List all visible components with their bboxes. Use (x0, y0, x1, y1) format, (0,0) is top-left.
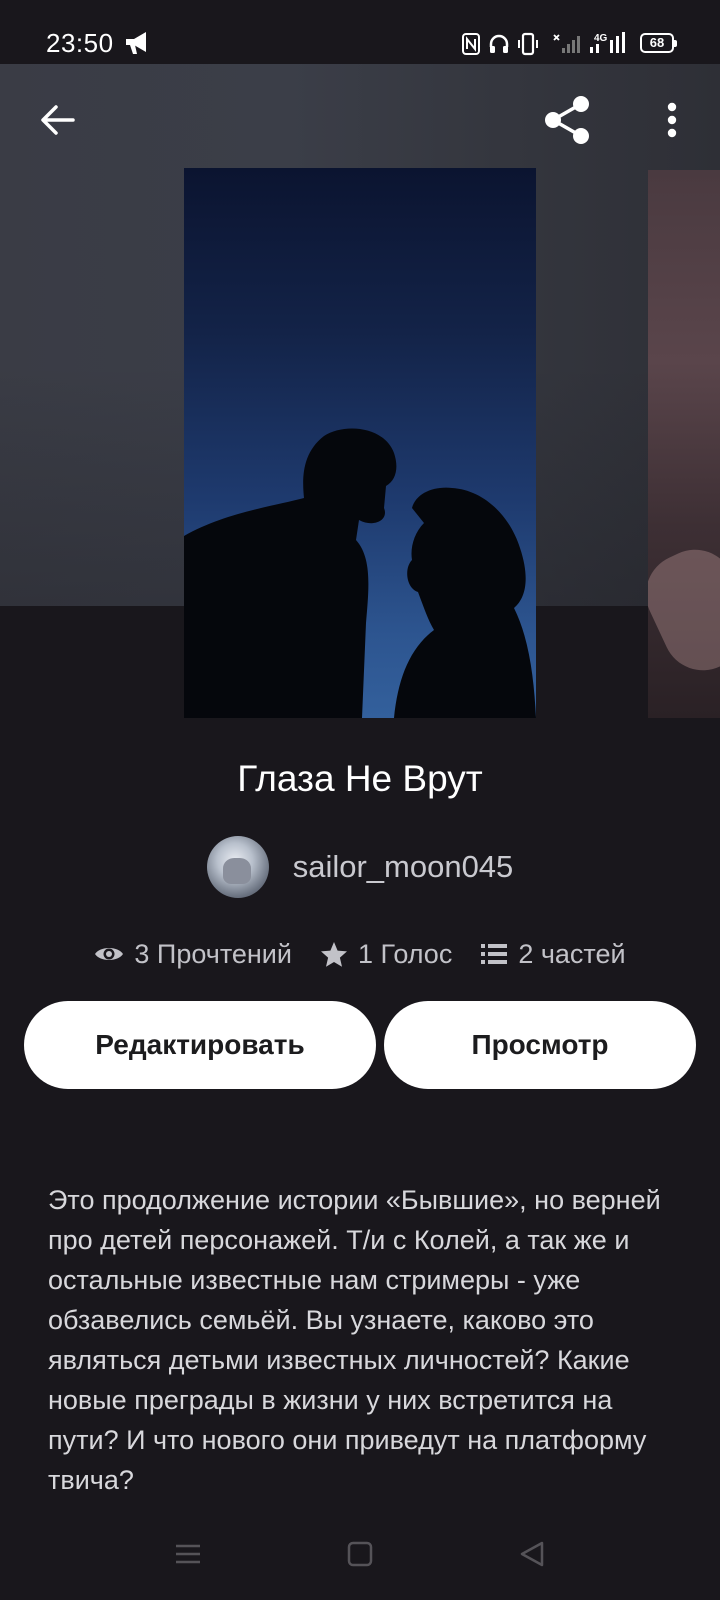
signal-4g-icon: 4G (588, 31, 628, 60)
author-avatar[interactable] (206, 836, 269, 898)
headphones-icon (488, 33, 510, 60)
story-description: Это продолжение истории «Бывшие», но вер… (48, 1185, 661, 1495)
back-triangle-icon[interactable] (518, 1540, 546, 1573)
share-icon (543, 95, 593, 150)
story-cover-image[interactable] (184, 168, 536, 718)
network-label: 4G (594, 33, 608, 44)
menu-icon[interactable] (174, 1540, 202, 1573)
list-icon (480, 942, 508, 966)
megaphone-icon (124, 30, 152, 61)
vibrate-icon (516, 32, 540, 61)
system-nav-bar (0, 1520, 720, 1600)
home-square-icon[interactable] (347, 1540, 373, 1573)
more-options-button[interactable] (652, 96, 692, 148)
arrow-left-icon (40, 104, 76, 141)
reads-count: 3 Прочтений (134, 938, 292, 969)
nfc-icon (462, 33, 480, 60)
battery-indicator: 68 (640, 33, 677, 53)
votes-stat: 1 Голос (320, 939, 452, 970)
status-time: 23:50 (46, 28, 114, 58)
share-button[interactable] (538, 92, 598, 152)
author-name[interactable]: sailor_moon045 (293, 849, 514, 885)
eye-icon (94, 943, 124, 965)
parts-count: 2 частей (518, 938, 626, 969)
back-button[interactable] (32, 96, 84, 148)
more-vertical-icon (667, 102, 677, 143)
votes-count: 1 Голос (357, 938, 453, 969)
edit-button[interactable]: Редактировать (24, 1001, 376, 1089)
reads-stat: 3 Прочтений (94, 939, 292, 970)
status-bar: 23:50 4G 68 (0, 0, 720, 64)
view-button[interactable]: Просмотр (384, 1001, 696, 1089)
next-cover-image[interactable] (648, 170, 720, 718)
signal-icon (552, 33, 580, 60)
story-title: Глаза Не Врут (237, 758, 483, 799)
author-row[interactable]: sailor_moon045 (0, 836, 720, 898)
story-stats: 3 Прочтений 1 Голос 2 частей (0, 934, 720, 974)
parts-stat: 2 частей (480, 938, 626, 970)
star-icon (320, 941, 348, 968)
